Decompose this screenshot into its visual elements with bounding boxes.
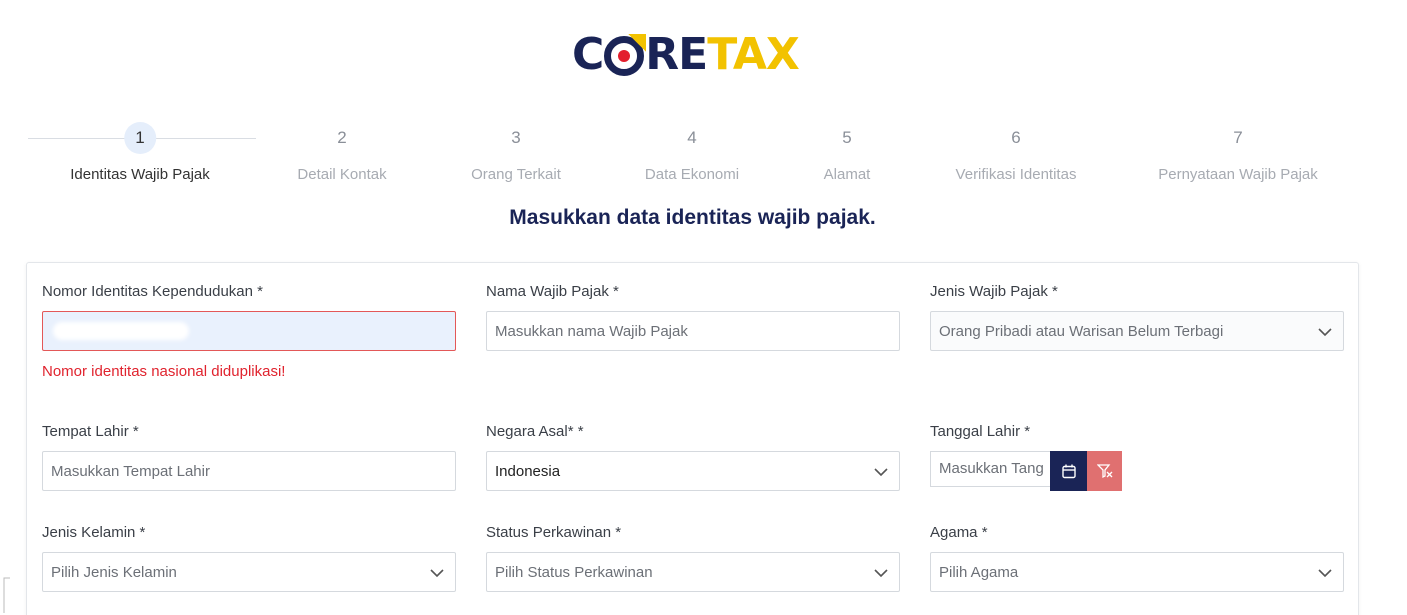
logo-letters-re: RE: [645, 29, 708, 80]
identity-form-card: Nomor Identitas Kependudukan * Nomor ide…: [26, 262, 1359, 615]
tanggal-lahir-label: Tanggal Lahir *: [930, 423, 1031, 440]
chevron-down-icon: [430, 569, 444, 578]
agama-label: Agama *: [930, 524, 988, 541]
logo-letters-tax: TAX: [707, 29, 800, 80]
step-number: 3: [511, 128, 521, 147]
negara-asal-value: Indonesia: [495, 462, 561, 480]
step-identitas[interactable]: 1 Identitas Wajib Pajak: [70, 122, 210, 183]
nama-input[interactable]: Masukkan nama Wajib Pajak: [486, 311, 900, 351]
jenis-wp-value: Orang Pribadi atau Warisan Belum Terbagi: [939, 322, 1224, 340]
chevron-down-icon: [1318, 328, 1332, 337]
tanggal-lahir-datepicker: Masukkan Tang: [930, 451, 1122, 491]
nama-field: Nama Wajib Pajak * Masukkan nama Wajib P…: [486, 283, 900, 351]
agama-field: Agama * Pilih Agama: [930, 524, 1344, 592]
nik-input[interactable]: [42, 311, 456, 351]
jenis-kelamin-field: Jenis Kelamin * Pilih Jenis Kelamin: [42, 524, 456, 592]
step-label: Verifikasi Identitas: [955, 166, 1077, 183]
step-label: Identitas Wajib Pajak: [70, 166, 210, 183]
step-orang-terkait[interactable]: 3 Orang Terkait: [471, 122, 561, 183]
tanggal-lahir-field: Tanggal Lahir * Masukkan Tang: [930, 423, 1344, 491]
step-number: 7: [1233, 128, 1243, 147]
negara-asal-select[interactable]: Indonesia: [486, 451, 900, 491]
coretax-logo: C RE TAX: [572, 31, 814, 79]
negara-asal-field: Negara Asal* * Indonesia: [486, 423, 900, 491]
page-heading: Masukkan data identitas wajib pajak.: [509, 206, 876, 229]
step-number: 6: [1011, 128, 1021, 147]
logo-o-emblem: [604, 36, 645, 76]
status-kawin-field: Status Perkawinan * Pilih Status Perkawi…: [486, 524, 900, 592]
clear-date-button[interactable]: [1087, 451, 1122, 491]
step-number: 2: [337, 128, 347, 147]
negara-asal-label: Negara Asal* *: [486, 423, 584, 440]
step-pernyataan-wajib-pajak[interactable]: 7 Pernyataan Wajib Pajak: [1158, 122, 1318, 183]
jenis-wp-select[interactable]: Orang Pribadi atau Warisan Belum Terbagi: [930, 311, 1344, 351]
tempat-lahir-input[interactable]: Masukkan Tempat Lahir: [42, 451, 456, 491]
nik-label: Nomor Identitas Kependudukan *: [42, 283, 263, 300]
filter-clear-icon: [1096, 464, 1112, 479]
chevron-down-icon: [1318, 569, 1332, 578]
nik-redacted-value: [53, 322, 189, 340]
tempat-lahir-field: Tempat Lahir * Masukkan Tempat Lahir: [42, 423, 456, 491]
tempat-lahir-label: Tempat Lahir *: [42, 423, 139, 440]
step-number: 1: [123, 122, 156, 154]
jenis-kelamin-label: Jenis Kelamin *: [42, 524, 146, 541]
step-verifikasi-identitas[interactable]: 6 Verifikasi Identitas: [956, 122, 1077, 183]
step-number: 5: [842, 128, 852, 147]
step-label: Data Ekonomi: [644, 166, 740, 183]
step-label: Detail Kontak: [297, 166, 387, 183]
registration-stepper: 1 Identitas Wajib Pajak 2 Detail Kontak …: [0, 122, 1407, 192]
agama-placeholder: Pilih Agama: [939, 563, 1019, 581]
calendar-button[interactable]: [1050, 451, 1087, 491]
jenis-kelamin-placeholder: Pilih Jenis Kelamin: [51, 563, 177, 581]
edge-bracket-decoration: [3, 577, 10, 613]
calendar-icon: [1061, 464, 1076, 478]
step-label: Orang Terkait: [471, 166, 561, 183]
nik-error-message: Nomor identitas nasional diduplikasi!: [42, 363, 286, 380]
step-data-ekonomi[interactable]: 4 Data Ekonomi: [645, 122, 739, 183]
tanggal-lahir-input[interactable]: Masukkan Tang: [930, 451, 1050, 487]
status-kawin-placeholder: Pilih Status Perkawinan: [495, 563, 653, 581]
jenis-wp-field: Jenis Wajib Pajak * Orang Pribadi atau W…: [930, 283, 1344, 351]
nama-label: Nama Wajib Pajak *: [486, 283, 619, 300]
step-label: Pernyataan Wajib Pajak: [1158, 166, 1318, 183]
step-alamat[interactable]: 5 Alamat: [824, 122, 871, 183]
step-detail-kontak[interactable]: 2 Detail Kontak: [297, 122, 386, 183]
step-number: 4: [687, 128, 697, 147]
agama-select[interactable]: Pilih Agama: [930, 552, 1344, 592]
status-kawin-label: Status Perkawinan *: [486, 524, 622, 541]
step-label: Alamat: [823, 166, 871, 183]
status-kawin-select[interactable]: Pilih Status Perkawinan: [486, 552, 900, 592]
chevron-down-icon: [874, 569, 888, 578]
nik-field: Nomor Identitas Kependudukan * Nomor ide…: [42, 283, 456, 380]
chevron-down-icon: [874, 468, 888, 477]
jenis-wp-label: Jenis Wajib Pajak *: [930, 283, 1058, 300]
jenis-kelamin-select[interactable]: Pilih Jenis Kelamin: [42, 552, 456, 592]
logo-letter-c: C: [572, 29, 604, 80]
